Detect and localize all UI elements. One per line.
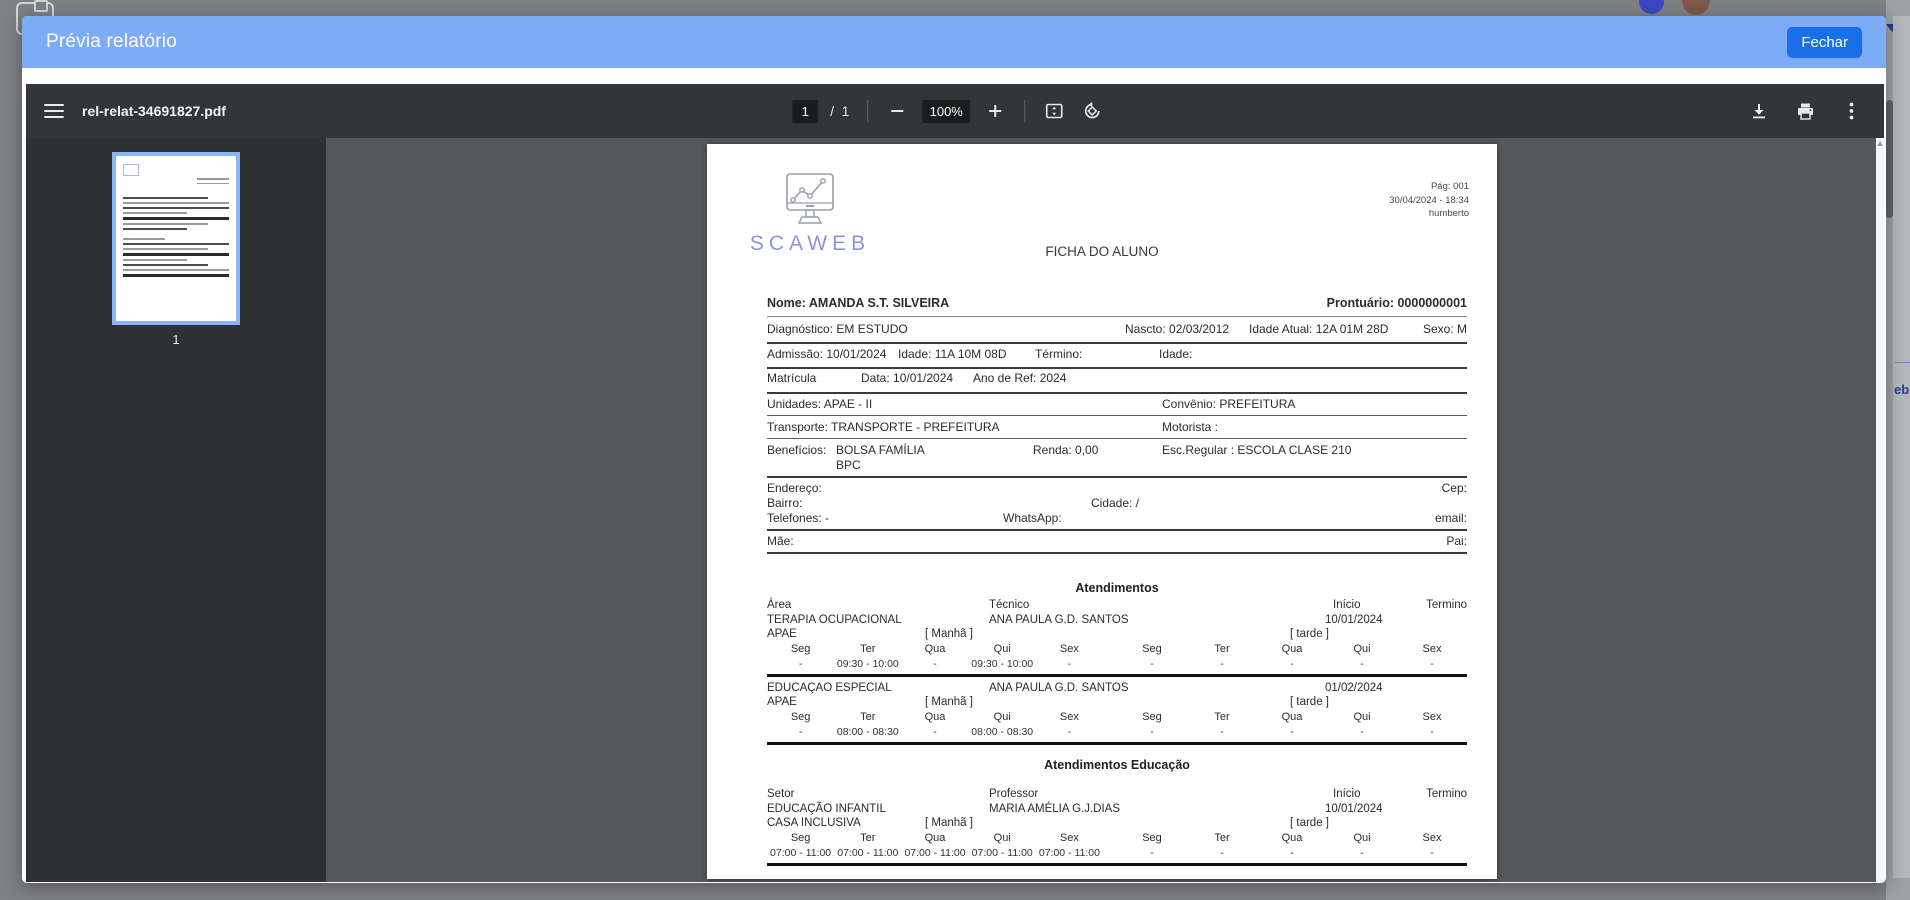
thumb-line: [123, 243, 229, 245]
download-icon: [1750, 102, 1768, 120]
pdf-filename: rel-relat-34691827.pdf: [82, 103, 226, 119]
day-values-row: - 09:30 - 10:00 - 09:30 - 10:00 - - - - …: [767, 658, 1467, 672]
background-page-edge: eb: [1886, 0, 1910, 900]
divider: [1895, 362, 1910, 363]
background-notification-icon: [1639, 0, 1664, 14]
modal-title: Prévia relatório: [46, 31, 177, 53]
thumb-line: [123, 207, 229, 209]
thumbnail-page-number: 1: [116, 332, 236, 347]
pdf-scrollbar[interactable]: [1876, 138, 1884, 882]
pdf-embed: rel-relat-34691827.pdf / 1 100%: [26, 84, 1884, 882]
pdf-toolbar: rel-relat-34691827.pdf / 1 100%: [26, 84, 1884, 138]
atendimentos-title: Atendimentos: [767, 581, 1467, 595]
zoom-in-button[interactable]: [982, 98, 1008, 124]
thumb-line: [123, 228, 187, 230]
educacao-title: Atendimentos Educação: [767, 758, 1467, 772]
page-number-input[interactable]: [792, 100, 818, 123]
close-button[interactable]: Fechar: [1787, 27, 1862, 58]
zoom-level-display: 100%: [922, 100, 970, 123]
toolbar-divider: [1024, 100, 1025, 122]
thumb-line: [123, 253, 229, 256]
menu-icon[interactable]: [44, 104, 64, 118]
thumb-line: [123, 264, 208, 266]
day-values-row: - 08:00 - 08:30 - 08:00 - 08:30 - - - - …: [767, 726, 1467, 740]
thumb-line: [197, 178, 229, 180]
day-header-row: Seg Ter Qua Qui Sex Seg Ter Qua Qui: [767, 832, 1467, 846]
toolbar-divider: [867, 100, 868, 122]
thumb-line: [123, 238, 165, 240]
background-user-avatar: [1682, 0, 1710, 15]
page-thumbnail[interactable]: [116, 156, 236, 321]
minus-icon: [891, 110, 903, 112]
rotate-icon: [1082, 101, 1102, 121]
thumbnail-sidebar: 1: [26, 138, 326, 882]
fit-to-page-icon: [1044, 101, 1064, 121]
thumb-line: [197, 183, 229, 185]
thumb-line: [123, 274, 229, 277]
day-values-row: 07:00 - 11:00 07:00 - 11:00 07:00 - 11:0…: [767, 847, 1467, 861]
rotate-button[interactable]: [1079, 98, 1105, 124]
background-sidebar-sliver: eb: [1893, 16, 1910, 878]
background-logo-fragment: eb: [1894, 382, 1909, 397]
thumb-line: [123, 202, 229, 204]
day-header-row: Seg Ter Qua Qui Sex Seg Ter Qua Qui: [767, 711, 1467, 725]
thumb-line: [123, 248, 208, 250]
thumb-line: [123, 223, 208, 225]
printer-icon: [1796, 102, 1815, 121]
pdf-viewer-area: SCAWEB FICHA DO ALUNO Pág: 001 30/04/202…: [326, 138, 1876, 882]
thumb-line: [123, 269, 229, 271]
download-button[interactable]: [1746, 98, 1772, 124]
report-preview-modal: Prévia relatório Fechar rel-relat-346918…: [22, 16, 1886, 883]
day-header-row: Seg Ter Qua Qui Sex Seg Ter Qua Qui: [767, 643, 1467, 657]
thumb-line: [123, 197, 208, 199]
background-scrollbar-thumb: [1886, 100, 1893, 218]
kebab-menu-icon: [1849, 102, 1854, 120]
thumb-line: [123, 217, 229, 220]
thumb-line: [123, 164, 139, 176]
plus-icon: [989, 105, 1001, 117]
more-options-button[interactable]: [1838, 98, 1864, 124]
modal-header: Prévia relatório Fechar: [22, 16, 1886, 68]
thumb-line: [123, 212, 187, 214]
page-count-label: / 1: [830, 104, 851, 119]
thumb-line: [123, 259, 187, 261]
document-page: SCAWEB FICHA DO ALUNO Pág: 001 30/04/202…: [707, 144, 1497, 879]
scroll-up-icon: [1877, 141, 1883, 146]
print-button[interactable]: [1792, 98, 1818, 124]
student-record-sheet: Nome: AMANDA S.T. SILVEIRA Prontuário: 0…: [767, 144, 1467, 879]
fit-to-page-button[interactable]: [1041, 98, 1067, 124]
zoom-out-button[interactable]: [884, 98, 910, 124]
